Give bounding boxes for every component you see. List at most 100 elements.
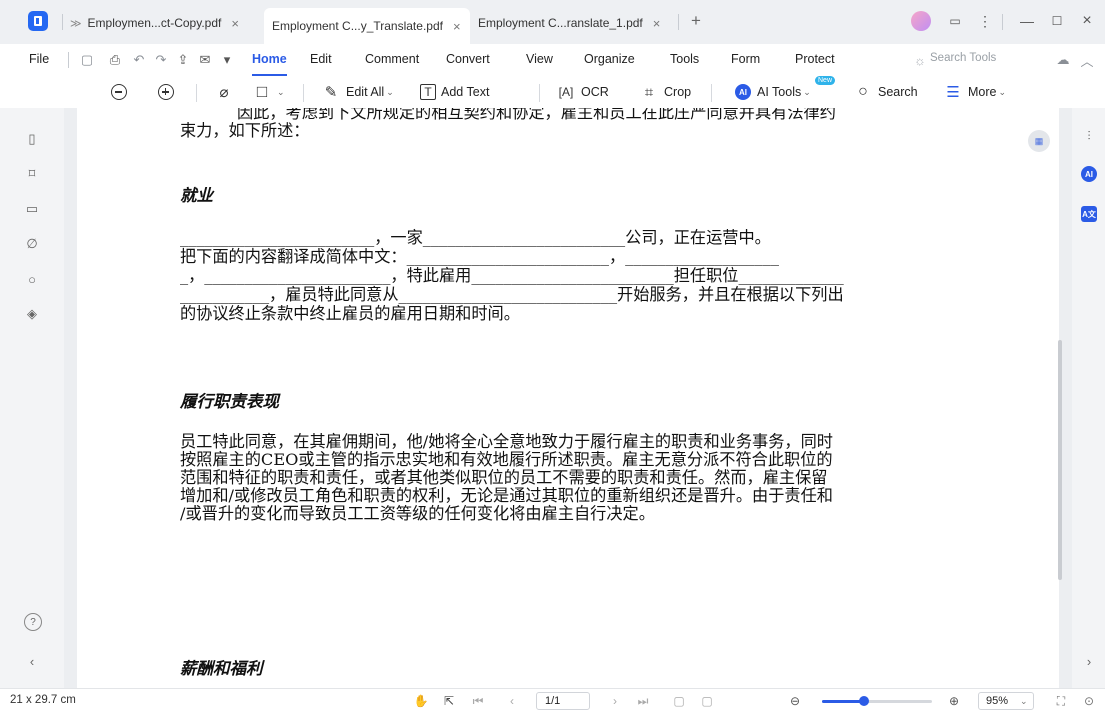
text-line[interactable]: 的协议终止条款中终止雇员的雇用日期和时间。 — [180, 304, 520, 324]
double-chevron-icon: ≫ — [70, 17, 82, 30]
help-icon[interactable]: ? — [24, 613, 42, 631]
zoom-in-icon[interactable]: ⊕ — [947, 694, 961, 708]
text-line[interactable]: 按照雇主的CEO或主管的指示忠实地和有效地履行所述职责。雇主无意分派不符合此职位… — [180, 450, 833, 470]
crop-button[interactable]: ⌗ Crop — [639, 81, 691, 103]
fit-page-icon[interactable]: ▢ — [672, 694, 686, 708]
tab-label: Employmen...ct-Copy.pdf — [87, 16, 222, 30]
text-line[interactable]: /或晋升的变化而导致员工工资等级的任何变化将由雇主自行决定。 — [180, 504, 655, 524]
properties-icon[interactable]: ⫶ — [1081, 128, 1097, 144]
next-page-icon[interactable]: › — [608, 694, 622, 708]
undo-icon[interactable]: ↶ — [132, 52, 146, 67]
mail-icon[interactable]: ✉ — [198, 52, 212, 67]
page-number-input[interactable]: 1/1 — [536, 692, 590, 710]
menu-edit[interactable]: Edit — [310, 52, 332, 66]
add-text-button[interactable]: T Add Text — [420, 81, 489, 103]
page-thumbnail-icon[interactable]: ▯ — [24, 131, 40, 147]
message-icon[interactable]: ▭ — [944, 10, 966, 32]
menu-tools[interactable]: Tools — [670, 52, 699, 66]
ocr-button[interactable]: [A] OCR — [556, 81, 609, 103]
text-line[interactable]: 束力，如下所述： — [180, 121, 310, 141]
cloud-upload-icon[interactable]: ☁ — [1056, 52, 1070, 67]
zoom-slider-knob[interactable] — [858, 696, 869, 706]
crop-icon: ⌗ — [644, 83, 654, 101]
tab-document-2[interactable]: Employment C...y_Translate.pdf × — [264, 8, 470, 44]
select-tool-icon[interactable]: ⇱ — [442, 694, 456, 708]
vertical-scrollbar[interactable] — [1058, 340, 1062, 580]
fullscreen-icon[interactable]: ⛶ — [1054, 694, 1068, 708]
document-viewport[interactable]: 因此，考虑到下文所规定的相互契约和协定，雇主和员工在此庄严同意并具有法律约 束力… — [64, 108, 1072, 688]
chevron-right-icon[interactable]: › — [1081, 653, 1097, 669]
close-tab-icon[interactable]: × — [453, 19, 461, 34]
chevron-down-icon: ⌄ — [803, 86, 811, 97]
close-tab-icon[interactable]: × — [231, 16, 239, 31]
highlight-button[interactable]: ⌀ — [214, 81, 239, 103]
app-logo-icon[interactable] — [28, 11, 48, 31]
maximize-icon[interactable]: ☐ — [1046, 10, 1068, 32]
text-line[interactable]: _，_______________________，特此雇用__________… — [180, 266, 844, 286]
translate-float-icon[interactable]: ▦ — [1028, 130, 1050, 152]
previous-page-icon[interactable]: ‹ — [505, 694, 519, 708]
text-line[interactable]: 因此，考虑到下文所规定的相互契约和协定，雇主和员工在此庄严同意并具有法律约 — [237, 108, 836, 123]
avatar[interactable] — [911, 11, 931, 31]
heading-compensation[interactable]: 薪酬和福利 — [180, 659, 263, 679]
text-line[interactable]: 把下面的内容翻译成简体中文：_________________________，… — [180, 247, 779, 267]
menu-comment[interactable]: Comment — [365, 52, 419, 66]
more-button[interactable]: ☰ More ⌄ — [943, 81, 1006, 103]
menu-view[interactable]: View — [526, 52, 553, 66]
minimize-icon[interactable]: — — [1016, 10, 1038, 32]
bookmark-icon[interactable]: ⌑ — [24, 166, 40, 182]
settings-circle-icon[interactable]: ⊙ — [1082, 694, 1096, 708]
menu-organize[interactable]: Organize — [584, 52, 635, 66]
zoom-out-icon[interactable]: ⊖ — [788, 694, 802, 708]
quick-access-dropdown-icon[interactable]: ▾ — [220, 52, 234, 67]
attachment-icon[interactable]: ∅ — [24, 236, 40, 252]
zoom-select[interactable]: 95% ⌄ — [978, 692, 1034, 710]
ai-translate-icon[interactable]: A文 — [1081, 206, 1097, 222]
ai-assistant-icon[interactable]: AI — [1081, 166, 1097, 182]
print-icon[interactable]: ⎙ — [108, 52, 122, 67]
ai-tools-button[interactable]: AI AI Tools ⌄ — [735, 81, 811, 103]
last-page-icon[interactable]: ⏭ — [636, 694, 650, 708]
tab-document-3[interactable]: Employment C...ranslate_1.pdf × — [478, 8, 678, 38]
kebab-menu-icon[interactable]: ⋮ — [974, 10, 996, 32]
fit-width-icon[interactable]: ▢ — [700, 694, 714, 708]
close-window-icon[interactable]: × — [1076, 10, 1098, 32]
pen-icon: ✎ — [324, 84, 338, 101]
layers-icon[interactable]: ◈ — [24, 306, 40, 322]
menu-home[interactable]: Home — [252, 52, 287, 76]
search-icon[interactable]: ○ — [24, 271, 40, 287]
rectangle-icon: □ — [256, 82, 268, 101]
search-tools-input[interactable]: Search Tools — [930, 52, 996, 64]
tab-document-1[interactable]: ≫ Employmen...ct-Copy.pdf × — [70, 8, 260, 38]
shape-button[interactable]: □ ⌄ — [252, 81, 285, 103]
zoom-out-button[interactable] — [111, 81, 127, 103]
new-tab-icon[interactable]: + — [685, 10, 707, 32]
add-text-label: Add Text — [441, 85, 490, 99]
zoom-slider[interactable] — [822, 696, 932, 706]
first-page-icon[interactable]: ⏮ — [471, 694, 485, 708]
menu-form[interactable]: Form — [731, 52, 760, 66]
text-line[interactable]: ________________________，一家_____________… — [180, 228, 771, 248]
menu-file[interactable]: File — [29, 52, 49, 66]
comment-icon[interactable]: ▭ — [24, 201, 40, 217]
new-badge: New — [815, 76, 836, 85]
share-icon[interactable]: ⇪ — [176, 52, 190, 67]
chevron-left-icon[interactable]: ‹ — [24, 653, 40, 669]
pdf-page[interactable]: 因此，考虑到下文所规定的相互契约和协定，雇主和员工在此庄严同意并具有法律约 束力… — [77, 108, 1059, 688]
hand-tool-icon[interactable]: ✋ — [414, 694, 429, 708]
text-line[interactable]: 增加和/或修改员工角色和职责的权利，无论是通过其职位的重新组织还是晋升。由于责任… — [180, 486, 833, 506]
menu-protect[interactable]: Protect — [795, 52, 835, 66]
zoom-in-button[interactable] — [158, 81, 174, 103]
heading-employment[interactable]: 就业 — [180, 186, 213, 206]
save-icon[interactable]: ▢ — [80, 52, 94, 67]
search-button[interactable]: ○ Search — [853, 81, 917, 103]
edit-all-button[interactable]: ✎ Edit All ⌄ — [321, 81, 394, 103]
collapse-ribbon-icon[interactable]: ︿ — [1080, 53, 1094, 69]
text-line[interactable]: ___________，雇员特此同意从_____________________… — [180, 285, 844, 305]
text-line[interactable]: 范围和特征的职责和责任，或者其他类似职位的员工不需要的职责和责任。然而，雇主保留 — [180, 468, 828, 488]
menu-convert[interactable]: Convert — [446, 52, 490, 66]
redo-icon[interactable]: ↷ — [154, 52, 168, 67]
close-tab-icon[interactable]: × — [653, 16, 661, 31]
text-line[interactable]: 员工特此同意，在其雇佣期间，他/她将全心全意地致力于履行雇主的职责和业务事务，同… — [180, 432, 833, 452]
heading-duties[interactable]: 履行职责表现 — [180, 392, 279, 412]
